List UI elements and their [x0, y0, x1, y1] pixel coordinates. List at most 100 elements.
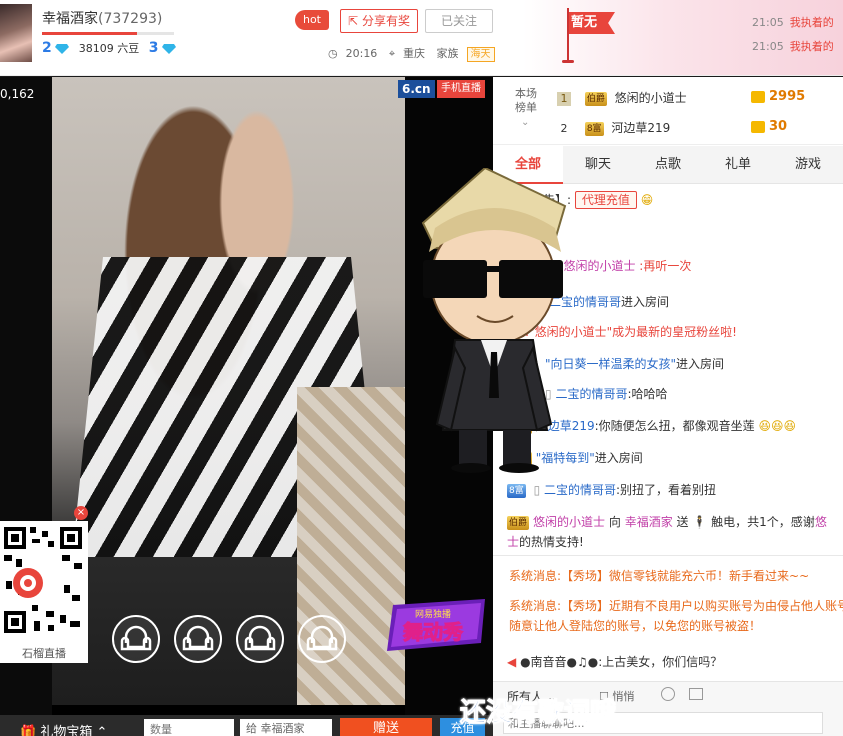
chat-user-name[interactable]: 悠闲的小道士 — [533, 515, 605, 529]
chat-user-name[interactable]: ●南音音●♫● — [520, 655, 598, 669]
system-message: 系统消息:【秀场】微信零钱就能充六币！新手看过来~~ — [509, 567, 843, 584]
recipient-name: 幸福酒家 — [260, 722, 305, 735]
chat-text: :哈哈哈 — [627, 387, 668, 401]
sofa-seat-icon[interactable] — [236, 615, 284, 663]
system-label: 系统消息: — [509, 569, 562, 583]
rank-user-name: 河边草219 — [611, 121, 671, 135]
chat-host-name[interactable]: 幸福酒家 — [625, 515, 673, 529]
system-message: 随意让他人登陆您的账号，以免您的账号被盗！ — [509, 617, 843, 634]
noble-badge: 伯爵 — [584, 91, 607, 106]
coin-count: 38109 六豆 — [78, 42, 140, 55]
speaker-icon: ◀ — [507, 655, 517, 669]
logo-text: 舞动秀 — [403, 620, 463, 644]
ticker-time: 21:05 — [752, 40, 784, 53]
rank-flag[interactable]: 暂无 — [569, 12, 615, 34]
chat-text: 向 — [608, 515, 621, 529]
close-icon[interactable]: × — [74, 506, 88, 520]
image-icon[interactable] — [689, 688, 703, 700]
system-text: 【秀场】近期有不良用户以购买账号为由侵占他人账号 — [561, 599, 843, 613]
rank-user-name: 悠闲的小道士 — [614, 91, 687, 105]
emoji-icon[interactable] — [661, 687, 675, 701]
dance-show-logo[interactable]: 网易独播 舞动秀 — [373, 597, 493, 657]
ranking-board: 本场榜单 ⌄ 1 伯爵 悠闲的小道士 2995 2 8富 河边草219 30 — [493, 77, 843, 145]
chat-text: :上古美女，你们信吗？ — [598, 655, 723, 669]
chat-text: 的热情支持! — [519, 535, 584, 549]
diamond-icon — [162, 44, 176, 54]
coin-icon — [751, 90, 765, 103]
mascot-character — [421, 168, 567, 473]
ranking-row[interactable]: 2 8富 河边草219 — [557, 119, 670, 136]
chevron-down-icon[interactable]: ⌄ — [521, 117, 529, 128]
diamond-icon — [55, 44, 70, 54]
wealth-level: 2 — [42, 40, 52, 56]
follow-button[interactable]: 已关注 — [425, 9, 493, 33]
send-gift-button[interactable]: 赠送 — [340, 718, 432, 736]
level-progress-bar — [42, 32, 174, 35]
ticker-time: 21:05 — [752, 16, 784, 29]
wealth-badge: 8富 — [584, 121, 604, 136]
host-stats: 2 38109 六豆 3 — [42, 40, 176, 56]
qr-code-icon — [2, 525, 84, 635]
chat-text: 成为最新的皇冠粉丝啦! — [612, 325, 737, 339]
brand-logo: 6.cn — [398, 80, 435, 98]
live-stream-frame[interactable] — [52, 77, 405, 705]
sofa-seat-icon[interactable] — [174, 615, 222, 663]
lyric-display: 还没有歌词哦 — [459, 698, 617, 729]
qr-label: 石榴直播 — [22, 647, 66, 660]
chat-text: 送 — [676, 515, 689, 529]
rank-score: 30 — [751, 119, 787, 134]
ticker-item[interactable]: 21:05 我执着的 — [752, 14, 834, 30]
gift-box-label: 礼物宝箱 — [40, 725, 93, 736]
qr-promo[interactable]: 石榴直播 — [0, 521, 88, 663]
rank-score: 2995 — [751, 89, 805, 104]
ranking-row[interactable]: 1 伯爵 悠闲的小道士 — [557, 89, 687, 106]
chat-message: ▯ 二宝的情哥哥:哈哈哈 — [545, 385, 843, 402]
tab-gift-list[interactable]: 礼单 — [703, 146, 773, 184]
host-avatar[interactable] — [0, 4, 32, 62]
tab-games[interactable]: 游戏 — [773, 146, 843, 184]
chat-user-name[interactable]: 二宝的情哥哥 — [544, 483, 616, 497]
phone-icon: ▯ — [533, 483, 541, 497]
gift-figure-icon: 🕴 — [692, 515, 708, 529]
tab-song-request[interactable]: 点歌 — [633, 146, 703, 184]
flag-pole — [567, 8, 569, 62]
rank-number: 2 — [560, 122, 568, 135]
clock-icon: ◷ — [328, 47, 338, 60]
share-button[interactable]: ⇱ 分享有奖 — [340, 9, 418, 33]
host-name: 幸福酒家(737293) — [42, 8, 162, 28]
chat-text: 进入房间 — [594, 451, 643, 465]
level-progress-fill — [42, 32, 138, 35]
chat-text: :再听一次 — [639, 259, 692, 273]
ranking-title[interactable]: 本场榜单 — [513, 87, 539, 115]
room-header: 幸福酒家(737293) 2 38109 六豆 3 hot ⇱ 分享有奖 已关注… — [0, 0, 843, 76]
gift-quantity-input[interactable] — [144, 719, 234, 736]
chat-message: "向日葵一样温柔的女孩"进入房间 — [545, 355, 843, 372]
chat-message: ▯ 悠闲的小道士 :再听一次 — [553, 257, 843, 274]
chat-text: :你随便怎么扭，都像观音坐莲 — [594, 419, 755, 433]
chat-user-name[interactable]: 悠 — [815, 515, 827, 529]
gift-bar: 🎁 礼物宝箱 ⌃ 给 幸福酒家 赠送 充值 — [0, 715, 493, 736]
gift-box-button[interactable]: 🎁 礼物宝箱 ⌃ — [20, 721, 107, 736]
host-city: 重庆 — [403, 47, 426, 60]
sofa-seat-icon[interactable] — [298, 615, 346, 663]
chat-user-name[interactable]: 士 — [507, 535, 519, 549]
star-level: 3 — [148, 40, 159, 56]
system-message: 系统消息:【秀场】近期有不良用户以购买账号为由侵占他人账号 — [509, 597, 843, 614]
host-room-id: (737293) — [98, 11, 163, 27]
logo-subtext: 网易独播 — [415, 608, 451, 620]
system-text: 【秀场】微信零钱就能充六币！新手看过来~~ — [561, 569, 810, 583]
gift-recipient-select[interactable]: 给 幸福酒家 — [240, 719, 332, 736]
coin-icon — [751, 120, 765, 133]
family-tag[interactable]: 海天 — [466, 47, 495, 62]
chat-message: 士的热情支持! — [507, 533, 843, 550]
agent-recharge-link[interactable]: 代理充值 — [574, 191, 637, 209]
chat-text: 触电，共1个，感谢 — [711, 515, 815, 529]
grin-emoji-icon: 😁 — [640, 193, 654, 207]
stream-time: 20:16 — [345, 47, 378, 60]
sofa-seat-icon[interactable] — [112, 615, 160, 663]
system-label: 系统消息: — [509, 599, 562, 613]
share-label: 分享有奖 — [361, 14, 410, 28]
chat-message: ◀ ●南音音●♫●:上古美女，你们信吗？ — [507, 653, 843, 670]
host-name-text: 幸福酒家 — [42, 11, 98, 27]
ticker-item[interactable]: 21:05 我执着的 — [752, 38, 834, 54]
